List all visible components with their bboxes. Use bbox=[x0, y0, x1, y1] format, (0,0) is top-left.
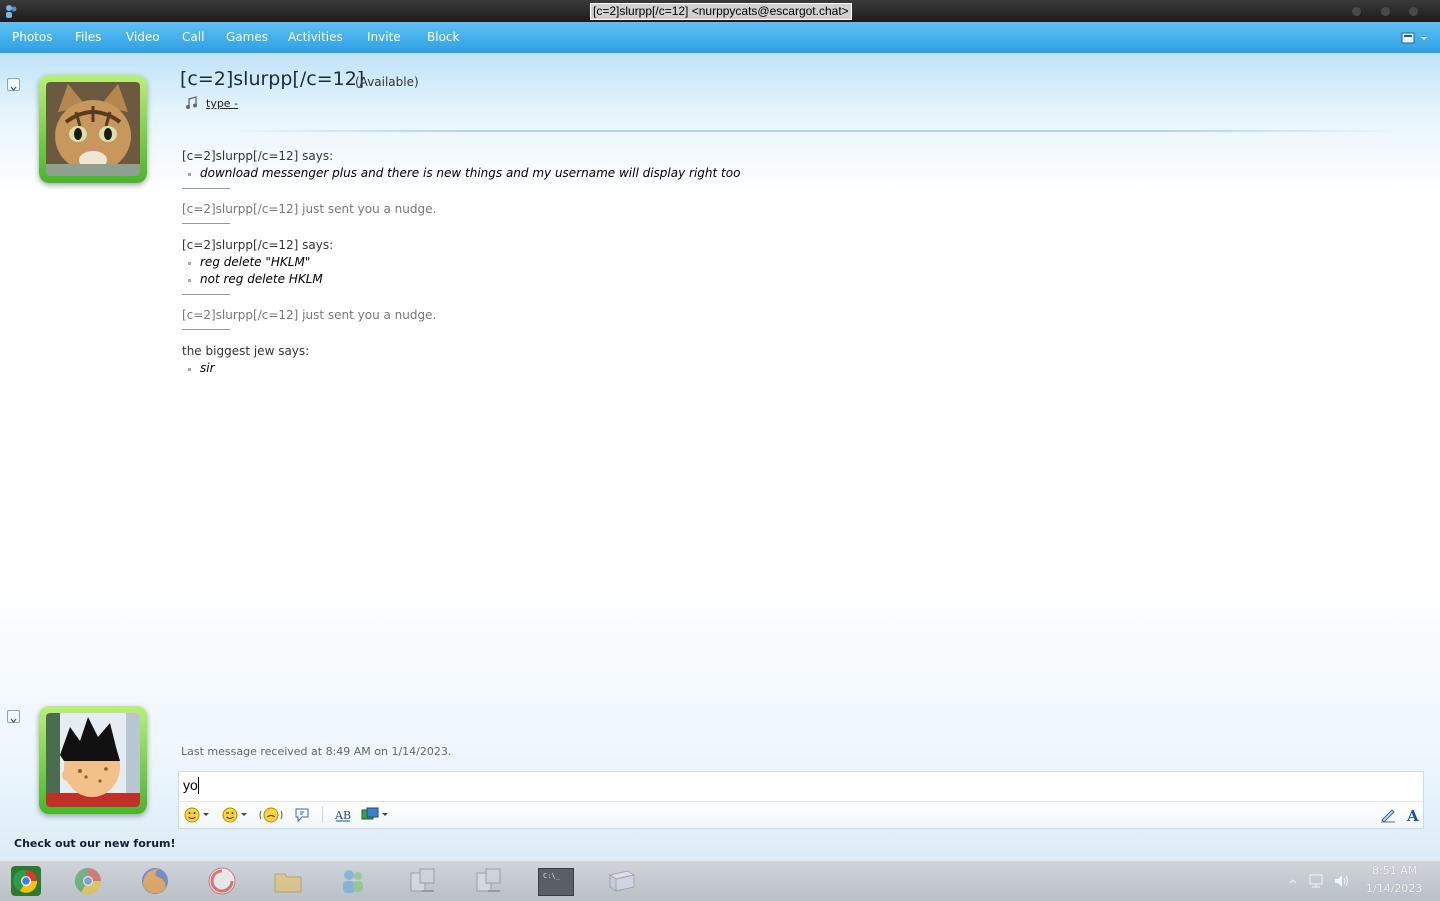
cartoon-boy-avatar-image bbox=[46, 713, 140, 807]
message-text: not reg delete HKLM bbox=[182, 271, 333, 288]
message-separator bbox=[182, 188, 230, 189]
clock-time[interactable]: 8:51 AM bbox=[1372, 864, 1417, 877]
close-button[interactable] bbox=[1409, 7, 1418, 16]
message-separator bbox=[182, 329, 230, 330]
music-note-icon bbox=[186, 96, 197, 109]
chevron-up-icon[interactable] bbox=[1288, 876, 1298, 886]
last-message-received: Last message received at 8:49 AM on 1/14… bbox=[181, 745, 452, 758]
nudge-text: [c=2]slurpp[/c=12] just sent you a nudge… bbox=[182, 202, 437, 216]
chevron-down-icon bbox=[10, 86, 17, 91]
contact-display-picture[interactable] bbox=[39, 75, 147, 183]
message-text: download messenger plus and there is new… bbox=[182, 165, 740, 182]
personal-message[interactable]: type - bbox=[206, 97, 238, 110]
menu-files[interactable]: Files bbox=[75, 22, 101, 53]
message-input[interactable]: yo AB A bbox=[178, 771, 1424, 829]
my-display-picture[interactable] bbox=[39, 706, 147, 814]
forum-link[interactable]: Check out our new forum! bbox=[14, 837, 176, 850]
toolbar-separator bbox=[322, 807, 323, 823]
menu-call[interactable]: Call bbox=[182, 22, 204, 53]
svg-text:A: A bbox=[1406, 807, 1419, 824]
action-menu-bar: Photos Files Video Call Games Activities… bbox=[0, 22, 1440, 54]
menu-photos[interactable]: Photos bbox=[12, 22, 52, 53]
clock-date[interactable]: 1/14/2023 bbox=[1366, 882, 1422, 895]
chrome-icon[interactable] bbox=[72, 865, 104, 897]
contact-name: [c=2]slurpp[/c=12] bbox=[180, 68, 365, 90]
message-sender: [c=2]slurpp[/c=12] says: bbox=[182, 149, 334, 163]
font-icon[interactable]: AB bbox=[334, 806, 352, 824]
title-bar: [c=2]slurpp[/c=12] <nurppycats@escargot.… bbox=[0, 0, 1440, 22]
message-group: [c=2]slurpp[/c=12] says: reg delete "HKL… bbox=[182, 236, 333, 288]
message-text: reg delete "HKLM" bbox=[182, 254, 333, 271]
terminal-label: C:\_ bbox=[543, 872, 560, 880]
window-title: [c=2]slurpp[/c=12] <nurppycats@escargot.… bbox=[590, 3, 852, 20]
menu-activities[interactable]: Activities bbox=[288, 22, 343, 53]
minimize-button[interactable] bbox=[1352, 7, 1361, 16]
messenger-icon[interactable] bbox=[3, 3, 19, 19]
nudge-text: [c=2]slurpp[/c=12] just sent you a nudge… bbox=[182, 308, 437, 322]
wink-icon[interactable] bbox=[221, 806, 239, 824]
network-icon[interactable] bbox=[472, 865, 504, 897]
start-orb-icon[interactable] bbox=[10, 865, 42, 897]
network-status-icon[interactable] bbox=[1308, 873, 1326, 889]
emoticon-icon[interactable] bbox=[183, 806, 201, 824]
background-dropdown-arrow[interactable] bbox=[382, 813, 388, 816]
input-toolbar: AB A bbox=[179, 801, 1423, 828]
message-separator bbox=[182, 294, 230, 295]
text-caret bbox=[198, 777, 199, 794]
firefox-icon[interactable] bbox=[139, 865, 171, 897]
voice-clip-icon[interactable] bbox=[293, 806, 311, 824]
header-divider bbox=[230, 130, 1400, 132]
message-sender: [c=2]slurpp[/c=12] says: bbox=[182, 238, 334, 252]
emoticon-dropdown-arrow[interactable] bbox=[203, 813, 209, 816]
network-icon[interactable] bbox=[406, 865, 438, 897]
contact-status: (Available) bbox=[355, 75, 419, 89]
window-icon[interactable] bbox=[606, 865, 638, 897]
menu-video[interactable]: Video bbox=[126, 22, 160, 53]
dreamcast-icon[interactable] bbox=[206, 865, 238, 897]
nudge-notice: [c=2]slurpp[/c=12] just sent you a nudge… bbox=[182, 200, 436, 218]
menu-invite[interactable]: Invite bbox=[367, 22, 401, 53]
collapse-my-picture-button[interactable] bbox=[7, 710, 20, 723]
menu-block[interactable]: Block bbox=[427, 22, 459, 53]
collapse-contact-picture-button[interactable] bbox=[7, 78, 20, 91]
message-group: the biggest jew says: sir bbox=[182, 342, 309, 377]
nudge-notice: [c=2]slurpp[/c=12] just sent you a nudge… bbox=[182, 306, 436, 324]
message-sender: the biggest jew says: bbox=[182, 344, 310, 358]
menu-games[interactable]: Games bbox=[226, 22, 268, 53]
maximize-button[interactable] bbox=[1381, 7, 1390, 16]
taskbar: C:\_ bbox=[0, 860, 1440, 901]
message-text: sir bbox=[182, 360, 309, 377]
message-input-text[interactable]: yo bbox=[183, 777, 198, 793]
cat-avatar-image bbox=[46, 82, 140, 176]
folder-icon[interactable] bbox=[272, 865, 304, 897]
svg-text:AB: AB bbox=[334, 809, 351, 822]
background-icon[interactable] bbox=[361, 806, 379, 824]
wink-dropdown-arrow[interactable] bbox=[241, 813, 247, 816]
terminal-icon[interactable]: C:\_ bbox=[538, 868, 574, 896]
message-group: [c=2]slurpp[/c=12] says: download messen… bbox=[182, 147, 740, 182]
nudge-icon[interactable] bbox=[259, 806, 283, 824]
text-format-icon[interactable]: A bbox=[1404, 806, 1422, 824]
volume-icon[interactable] bbox=[1333, 873, 1351, 889]
chevron-down-icon bbox=[10, 718, 17, 723]
message-separator bbox=[182, 223, 230, 224]
handwriting-icon[interactable] bbox=[1379, 806, 1397, 824]
messenger-icon[interactable] bbox=[337, 865, 369, 897]
options-menu-icon[interactable] bbox=[1400, 29, 1430, 47]
